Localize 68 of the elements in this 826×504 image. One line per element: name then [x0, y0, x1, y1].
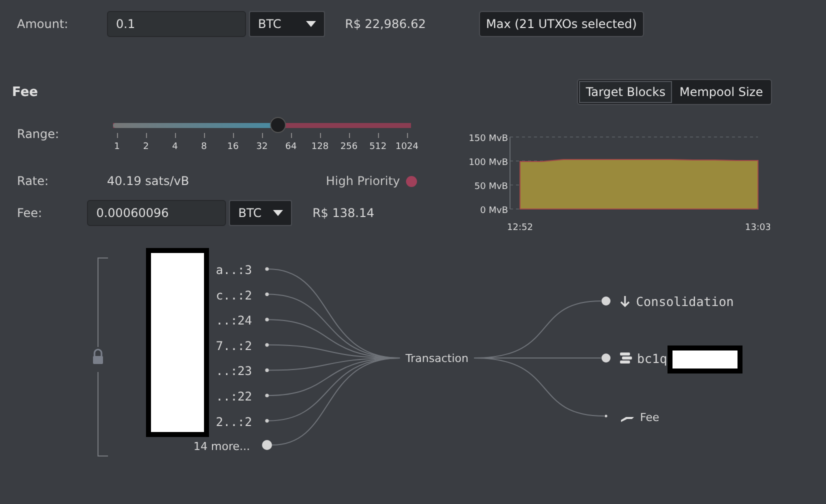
- input-dot: [265, 318, 269, 322]
- input-label: 7..:2: [216, 338, 252, 353]
- output-dot: [602, 354, 610, 362]
- fee-label: Fee:: [17, 206, 44, 220]
- fiat-amount: R$ 138.14: [312, 206, 376, 220]
- input-label: ..:24: [216, 314, 252, 328]
- y-axis-label: 50 MvB: [474, 182, 508, 192]
- input-label: a..:3: [216, 263, 252, 277]
- coins-icon: [620, 352, 632, 364]
- tick-label: 32: [256, 142, 268, 152]
- input-label: ..:22: [216, 390, 252, 404]
- input-dot: [265, 419, 269, 423]
- unit-dropdown[interactable]: BTC: [249, 10, 325, 36]
- output-label: bc1q: [637, 351, 668, 366]
- slider-thumb[interactable]: [270, 117, 286, 133]
- y-axis-label: 150 MvB: [468, 134, 508, 144]
- tick-label: 128: [311, 142, 329, 152]
- tick-mark: [290, 133, 292, 138]
- tick-label: 64: [285, 142, 297, 152]
- input-dot: [262, 440, 272, 450]
- input-label: c..:2: [216, 288, 252, 302]
- caret-icon: [273, 210, 284, 216]
- tick-mark: [174, 133, 176, 138]
- fiat-amount: R$ 22,986.62: [345, 16, 427, 30]
- output-label: Fee: [640, 411, 660, 424]
- tick-label: 1024: [396, 142, 418, 152]
- y-axis-label: 100 MvB: [468, 158, 508, 168]
- unit-dropdown[interactable]: BTC: [229, 200, 292, 226]
- tick-mark: [348, 133, 350, 138]
- tick-label: 256: [340, 142, 358, 152]
- amount-field[interactable]: 0.1: [107, 10, 246, 36]
- tick-mark: [406, 133, 408, 138]
- output-dot: [604, 414, 608, 418]
- lock-icon: [93, 348, 103, 364]
- down-arrow-icon: [620, 295, 630, 308]
- input-dot: [265, 368, 269, 372]
- range-label: Range:: [17, 126, 60, 141]
- tick-label: 512: [369, 142, 387, 152]
- input-label: ..:23: [216, 364, 252, 378]
- section-title: Fee: [12, 84, 38, 100]
- tick-label: 8: [201, 142, 207, 152]
- caret-icon: [306, 20, 316, 26]
- tick-mark: [232, 133, 234, 138]
- more-inputs-label: 14 more...: [194, 440, 250, 453]
- tick-label: 2: [143, 142, 149, 152]
- input-dot: [265, 292, 269, 296]
- tick-label: 4: [172, 142, 178, 152]
- output-label: Consolidation: [636, 294, 734, 309]
- amount-label: Amount:: [17, 16, 70, 30]
- x-axis-label: 13:03: [745, 223, 770, 233]
- rate-value: 40.19 sats/vB: [107, 174, 190, 188]
- input-label: 2..:2: [216, 414, 252, 429]
- input-dot: [265, 267, 269, 271]
- toggle-tab[interactable]: Target Blocks: [578, 81, 672, 103]
- input-dot: [265, 343, 269, 347]
- fee-field[interactable]: 0.00060096: [87, 200, 226, 226]
- x-axis-label: 12:52: [507, 223, 533, 233]
- output-dot: [602, 296, 610, 306]
- tick-mark: [116, 133, 118, 138]
- tick-label: 1: [114, 142, 120, 152]
- rate-label: Rate:: [17, 174, 50, 188]
- toggle-tab[interactable]: Mempool Size: [672, 81, 770, 103]
- y-axis-label: 0 MvB: [480, 206, 508, 216]
- transaction-label: Transaction: [406, 352, 468, 365]
- max-button[interactable]: Max (21 UTXOs selected): [479, 10, 644, 36]
- input-dot: [265, 394, 269, 398]
- tick-label: 16: [227, 142, 239, 152]
- priority-label: High Priority: [326, 174, 400, 188]
